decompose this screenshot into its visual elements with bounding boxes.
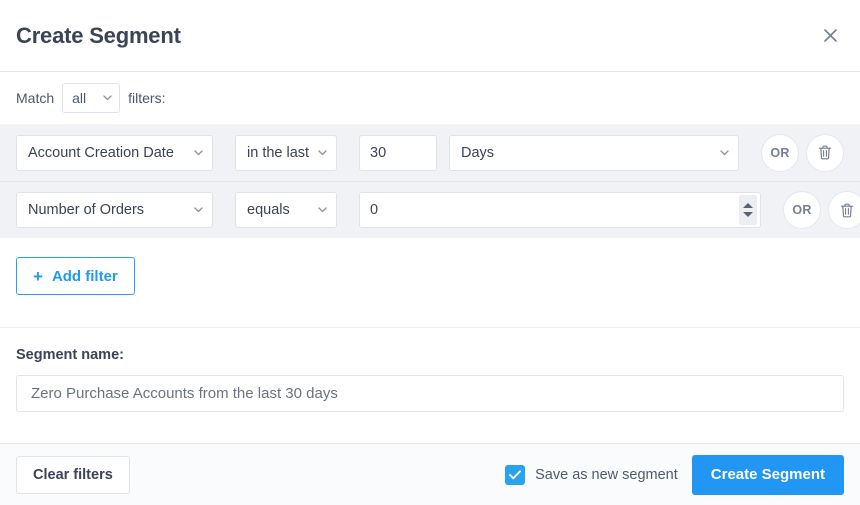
- create-segment-dialog: Create Segment Match all filters: Accoun…: [0, 0, 860, 505]
- add-filter-label: Add filter: [51, 267, 118, 285]
- stepper-up-icon[interactable]: [743, 203, 753, 208]
- add-filter-zone: + Add filter: [0, 238, 860, 295]
- spacer: [0, 411, 860, 443]
- plus-icon: +: [33, 266, 43, 286]
- trash-icon: [818, 145, 832, 160]
- chevron-down-icon: [720, 149, 729, 155]
- save-as-new-segment-label: Save as new segment: [535, 466, 678, 483]
- filter-field-select[interactable]: Number of Orders: [16, 192, 213, 228]
- filter-row: Account Creation Date in the last Days O…: [0, 124, 860, 181]
- filter-operator-select[interactable]: equals: [235, 192, 337, 228]
- stepper-down-icon[interactable]: [743, 212, 753, 217]
- dialog-footer: Clear filters Save as new segment Create…: [0, 443, 860, 505]
- check-icon: [509, 469, 522, 479]
- filter-value-input[interactable]: [359, 192, 761, 228]
- chevron-down-icon: [194, 207, 203, 213]
- filter-field-value: Account Creation Date: [28, 144, 174, 161]
- filter-number-field: [359, 192, 761, 228]
- chevron-down-icon: [318, 207, 327, 213]
- filter-operator-value: equals: [247, 202, 290, 218]
- filter-unit-select[interactable]: Days: [449, 134, 739, 171]
- save-as-new-segment-checkbox[interactable]: Save as new segment: [505, 464, 678, 485]
- segment-name-input[interactable]: [16, 374, 844, 412]
- match-mode-select[interactable]: all: [62, 83, 121, 113]
- page-title: Create Segment: [16, 22, 181, 48]
- filter-field-select[interactable]: Account Creation Date: [16, 134, 213, 171]
- quantity-stepper[interactable]: [739, 195, 757, 225]
- chevron-down-icon: [318, 149, 327, 155]
- filter-operator-select[interactable]: in the last: [235, 134, 337, 171]
- match-mode-value: all: [72, 90, 87, 106]
- checkbox-box[interactable]: [505, 464, 526, 485]
- filter-operator-value: in the last: [247, 144, 310, 161]
- trash-icon: [840, 203, 854, 217]
- add-filter-button[interactable]: + Add filter: [16, 257, 135, 295]
- match-row: Match all filters:: [0, 72, 860, 124]
- filter-or-button[interactable]: OR: [761, 133, 799, 172]
- footer-actions: Save as new segment Create Segment: [505, 454, 844, 495]
- filter-or-button[interactable]: OR: [783, 191, 821, 229]
- chevron-down-icon: [194, 149, 203, 155]
- filter-unit-value: Days: [461, 144, 495, 161]
- filter-delete-button[interactable]: [828, 191, 860, 229]
- close-icon-glyph: [823, 29, 837, 42]
- clear-filters-button[interactable]: Clear filters: [16, 455, 130, 494]
- filter-list: Account Creation Date in the last Days O…: [0, 124, 860, 238]
- filter-value-input[interactable]: [359, 134, 437, 171]
- filter-delete-button[interactable]: [806, 133, 844, 172]
- match-prefix-label: Match: [16, 90, 55, 106]
- match-suffix-label: filters:: [128, 90, 166, 106]
- create-segment-button[interactable]: Create Segment: [691, 454, 844, 495]
- filter-row: Number of Orders equals OR: [0, 181, 860, 238]
- close-icon[interactable]: [816, 22, 844, 50]
- segment-name-section: Segment name:: [0, 327, 860, 412]
- segment-name-label: Segment name:: [16, 346, 124, 363]
- chevron-down-icon: [103, 95, 112, 101]
- section-divider: [0, 295, 860, 328]
- dialog-header: Create Segment: [0, 0, 860, 72]
- filter-field-value: Number of Orders: [28, 202, 145, 218]
